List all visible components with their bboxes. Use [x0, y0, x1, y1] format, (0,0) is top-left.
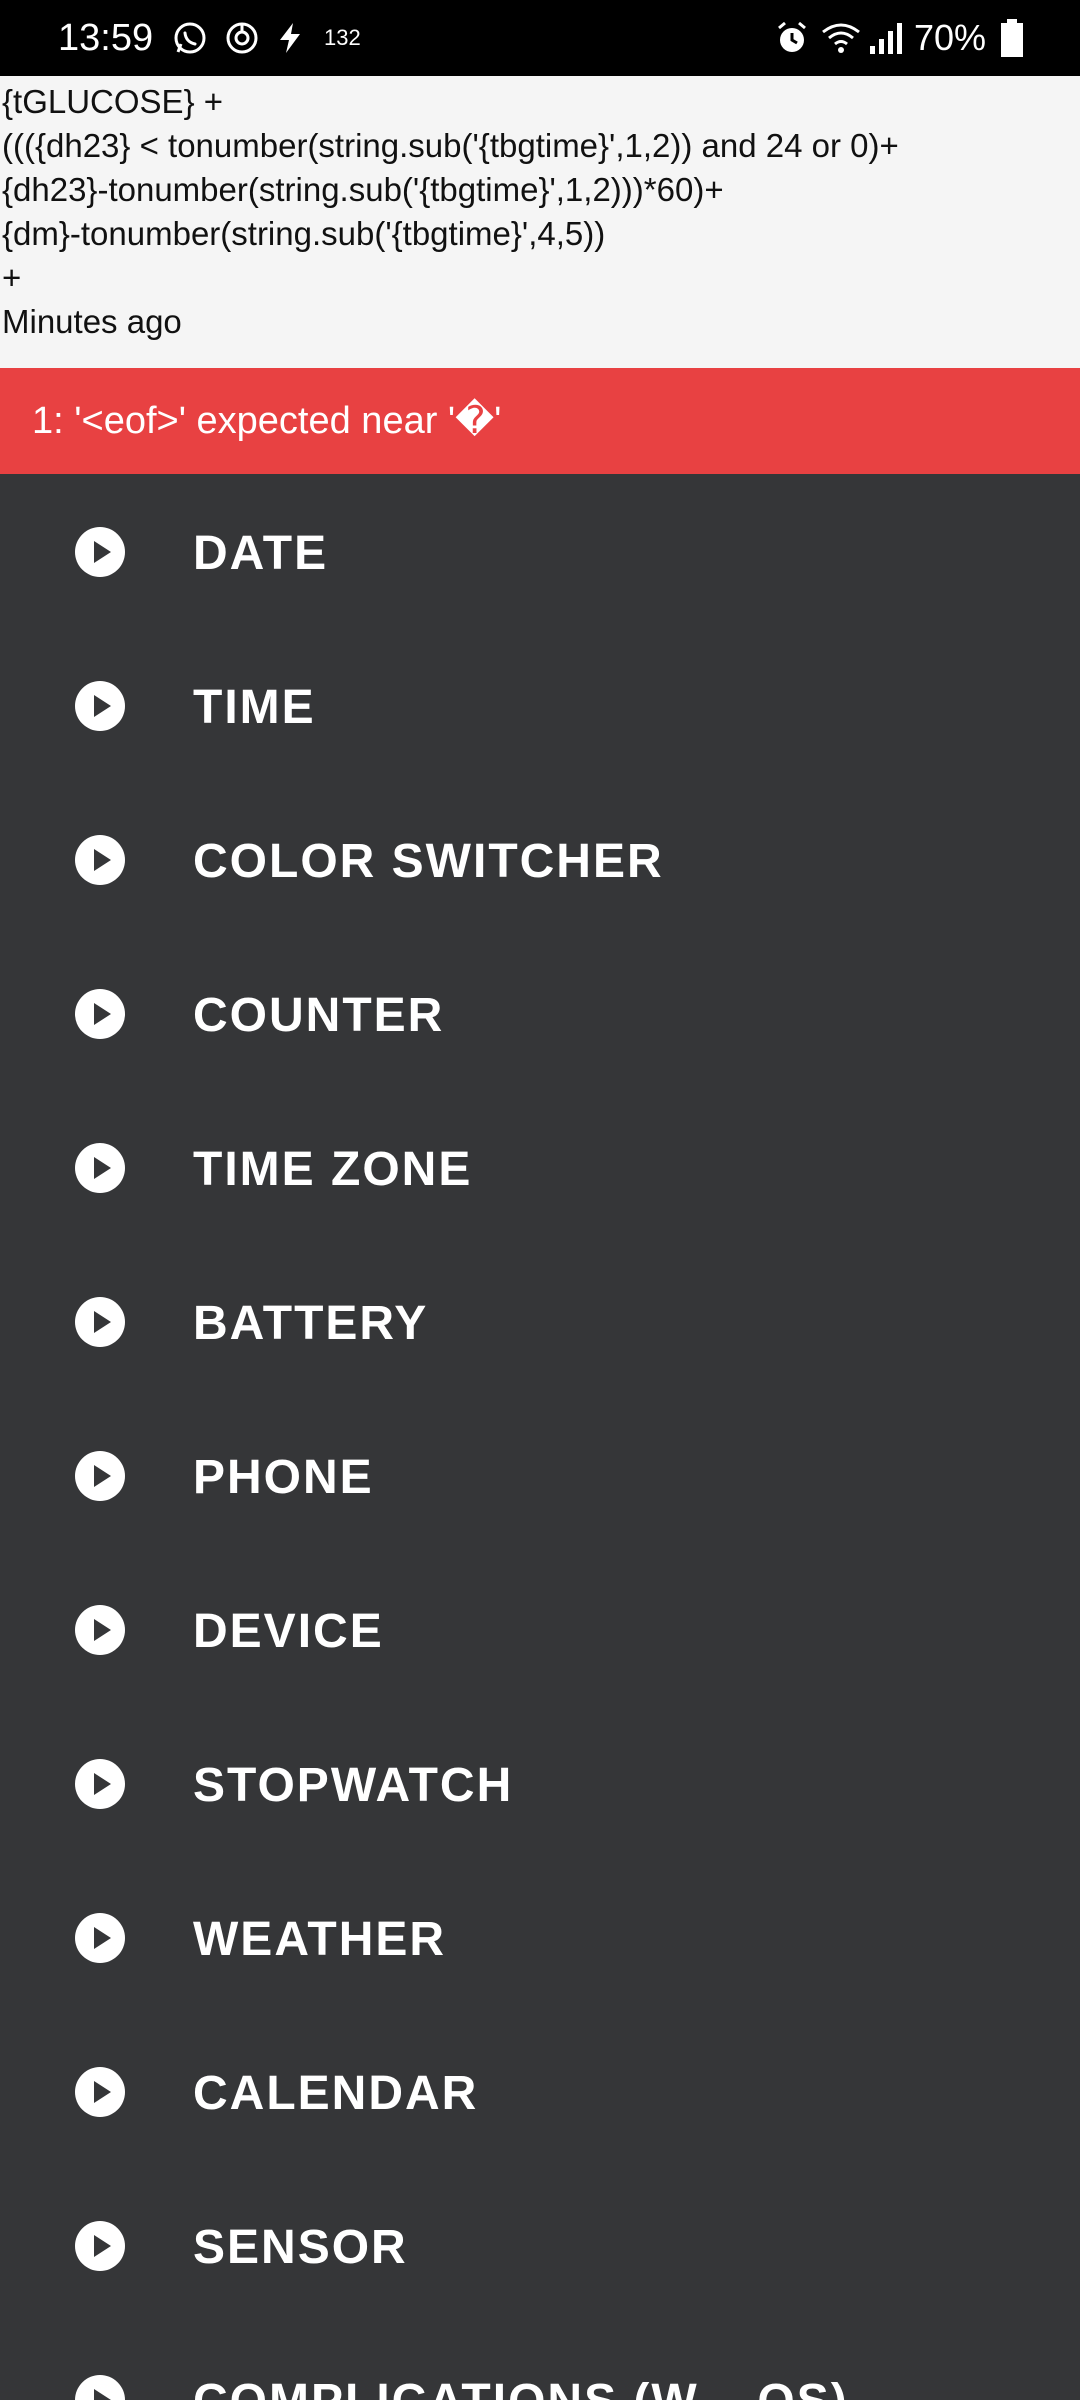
menu-item-label: SENSOR	[193, 2221, 408, 2274]
menu-item-label: STOPWATCH	[193, 1759, 514, 1812]
formula-line: {tGLUCOSE} +	[2, 83, 224, 120]
charging-bolt-icon	[280, 23, 300, 53]
formula-editor[interactable]: {tGLUCOSE} + ((({dh23} < tonumber(string…	[0, 76, 1080, 368]
status-time: 13:59	[58, 17, 154, 59]
menu-item-label: TIME	[193, 681, 316, 734]
formula-line: Minutes ago	[2, 303, 182, 340]
status-bar: 13:59 132 70%	[0, 0, 1080, 76]
play-circle-icon	[75, 1605, 125, 1655]
menu-item-label: DEVICE	[193, 1605, 384, 1658]
whatsapp-icon	[174, 22, 206, 54]
battery-icon	[1001, 19, 1023, 57]
menu-item-calendar[interactable]: CALENDAR	[0, 2014, 1080, 2168]
menu-item-label: DATE	[193, 527, 329, 580]
menu-item-label: TIME ZONE	[193, 1143, 473, 1196]
menu-item-label: CALENDAR	[193, 2067, 479, 2120]
menu-item-label: BATTERY	[193, 1297, 429, 1350]
menu-item-counter[interactable]: COUNTER	[0, 936, 1080, 1090]
formula-line: +	[2, 259, 22, 296]
menu-item-phone[interactable]: PHONE	[0, 1398, 1080, 1552]
menu-item-stopwatch[interactable]: STOPWATCH	[0, 1706, 1080, 1860]
menu-item-sensor[interactable]: SENSOR	[0, 2168, 1080, 2322]
vpn-icon	[226, 22, 258, 54]
menu-item-date[interactable]: DATE	[0, 474, 1080, 628]
play-circle-icon	[75, 1143, 125, 1193]
play-circle-icon	[75, 1759, 125, 1809]
play-circle-icon	[75, 2067, 125, 2117]
notification-count: 132	[324, 25, 361, 50]
wifi-icon	[822, 23, 860, 53]
play-circle-icon	[75, 835, 125, 885]
menu-item-label: WEATHER	[193, 1913, 447, 1966]
menu-item-label: PHONE	[193, 1451, 374, 1504]
signal-icon	[870, 23, 902, 54]
alarm-icon	[778, 21, 806, 52]
menu-item-complications[interactable]: COMPLICATIONS (W... OS)	[0, 2322, 1080, 2400]
error-banner: 1: '<eof>' expected near '�'	[0, 368, 1080, 474]
menu-item-label: COUNTER	[193, 989, 445, 1042]
play-circle-icon	[75, 1451, 125, 1501]
play-circle-icon	[75, 527, 125, 577]
play-circle-icon	[75, 681, 125, 731]
menu-item-label: COLOR SWITCHER	[193, 835, 664, 888]
menu-item-battery[interactable]: BATTERY	[0, 1244, 1080, 1398]
menu-item-time-zone[interactable]: TIME ZONE	[0, 1090, 1080, 1244]
play-circle-icon	[75, 989, 125, 1039]
battery-percent: 70%	[914, 17, 987, 58]
formula-line: {dh23}-tonumber(string.sub('{tbgtime}',1…	[2, 171, 724, 208]
menu-item-color-switcher[interactable]: COLOR SWITCHER	[0, 782, 1080, 936]
menu-item-device[interactable]: DEVICE	[0, 1552, 1080, 1706]
function-menu: DATE TIME COLOR SWITCHER COUNTER TIME ZO…	[0, 474, 1080, 2400]
play-circle-icon	[75, 2221, 125, 2271]
menu-item-time[interactable]: TIME	[0, 628, 1080, 782]
play-circle-icon	[75, 2375, 125, 2400]
menu-item-label: COMPLICATIONS (W... OS)	[193, 2374, 849, 2400]
play-circle-icon	[75, 1297, 125, 1347]
menu-item-weather[interactable]: WEATHER	[0, 1860, 1080, 2014]
formula-line: {dm}-tonumber(string.sub('{tbgtime}',4,5…	[2, 215, 606, 252]
play-circle-icon	[75, 1913, 125, 1963]
error-message: 1: '<eof>' expected near '�'	[32, 400, 502, 442]
formula-line: ((({dh23} < tonumber(string.sub('{tbgtim…	[2, 127, 899, 164]
